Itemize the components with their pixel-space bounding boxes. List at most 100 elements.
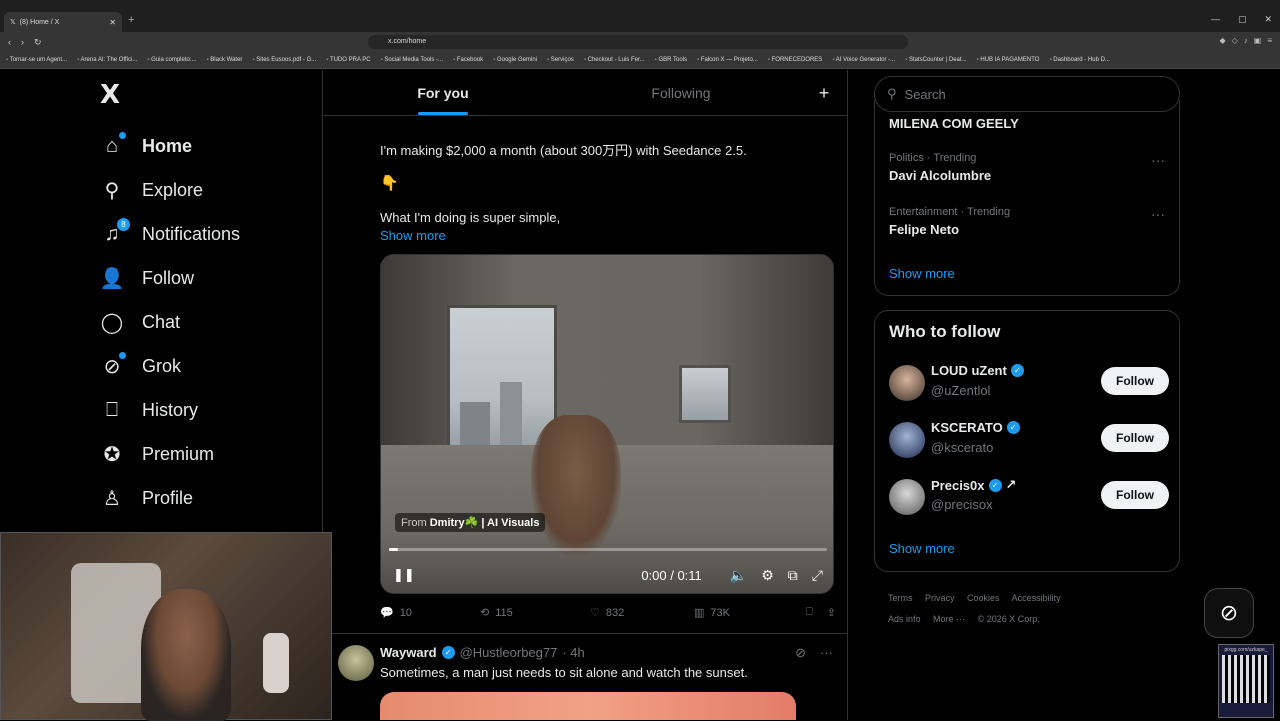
share-icon[interactable]: ⇪ (827, 606, 836, 619)
bookmark-item[interactable]: Social Media Tools -... (381, 57, 443, 63)
show-more-link[interactable]: Show more (889, 541, 955, 556)
x-logo-icon[interactable]: X (100, 80, 120, 110)
video-progress-bar[interactable] (389, 548, 827, 551)
browser-tab[interactable]: 𝕏 (8) Home / X ✕ (4, 12, 122, 32)
back-icon[interactable]: ‹ (8, 37, 11, 48)
grok-icon[interactable]: ⊘ (795, 645, 806, 661)
follow-button[interactable]: Follow (1101, 367, 1169, 395)
trend-item[interactable]: Politics · Trending Davi Alcolumbre (889, 152, 991, 183)
footer-link[interactable]: More ··· (933, 614, 965, 624)
follow-suggestion[interactable]: LOUD uZent ✓ @uZentlol Follow (889, 363, 1169, 403)
extension-icon[interactable]: ♪ (1244, 36, 1248, 45)
bookmark-item[interactable]: GBR Tools (655, 57, 687, 63)
show-more-link[interactable]: Show more (380, 228, 446, 243)
bookmark-item[interactable]: Arena AI: The Offici... (77, 57, 138, 63)
bookmark-item[interactable]: Tornar-se um Agent... (6, 57, 67, 63)
new-tab-icon[interactable]: + (128, 14, 134, 26)
nav-grok[interactable]: ⊘ Grok (100, 344, 240, 388)
qr-code (1222, 655, 1270, 703)
bookmark-item[interactable]: Falcon X — Projeto... (697, 57, 758, 63)
bookmark-item[interactable]: Sites Eusoos.pdf - G... (252, 57, 316, 63)
minimize-icon[interactable]: — (1211, 14, 1220, 25)
follow-button[interactable]: Follow (1101, 424, 1169, 452)
bookmark-item[interactable]: FORNECEDORES (768, 57, 823, 63)
video-controls: ❚❚ 0:00 / 0:11 🔈 ⚙ ⧉ ⤢ (381, 555, 833, 593)
nav-home[interactable]: ⌂ Home (100, 124, 240, 168)
nav-explore[interactable]: ⚲ Explore (100, 168, 240, 212)
forward-icon[interactable]: › (21, 37, 24, 48)
bookmark-icon[interactable]: ⎕ (806, 606, 813, 619)
post-actions: 💬 10 ⟲ 115 ♡ 832 ▥ 73K ⎕ ⇪ (380, 606, 836, 619)
nav-follow[interactable]: 👤 Follow (100, 256, 240, 300)
more-icon[interactable]: ··· (820, 645, 833, 661)
tab-for-you[interactable]: For you (324, 70, 562, 115)
who-to-follow-panel: Who to follow LOUD uZent ✓ @uZentlol Foll… (874, 310, 1180, 572)
url-field[interactable]: x.com/home (368, 35, 908, 49)
reload-icon[interactable]: ↻ (34, 37, 42, 48)
author-name[interactable]: Wayward (380, 645, 437, 660)
search-input[interactable]: ⚲ Search (874, 76, 1180, 112)
footer-link[interactable]: Ads info (888, 614, 921, 624)
menu-icon[interactable]: ≡ (1267, 36, 1272, 45)
close-tab-icon[interactable]: ✕ (109, 18, 116, 27)
nav-notifications[interactable]: ♫ 8 Notifications (100, 212, 240, 256)
more-icon[interactable]: ··· (1151, 206, 1165, 222)
feed-tabs: For you Following + (324, 70, 847, 116)
settings-icon[interactable]: ⚙ (761, 567, 774, 584)
post-media[interactable] (380, 692, 796, 720)
bookmark-item[interactable]: Black Water (207, 57, 242, 63)
footer-link[interactable]: Terms (888, 593, 913, 603)
nav-chat[interactable]: ◯ Chat (100, 300, 240, 344)
extension-icon[interactable]: ◆ (1219, 36, 1225, 45)
video-player[interactable]: From Dmitry☘️ | AI Visuals ❚❚ 0:00 / 0:1… (380, 254, 834, 594)
bookmark-item[interactable]: Guia completo:... (147, 57, 196, 63)
bookmark-item[interactable]: Serviços (547, 57, 574, 63)
repost-button[interactable]: ⟲ 115 (480, 606, 590, 620)
follow-suggestion[interactable]: KSCERATO ✓ @kscerato Follow (889, 420, 1169, 460)
avatar[interactable] (889, 479, 925, 515)
nav-premium[interactable]: ✪ Premium (100, 432, 240, 476)
nav-history[interactable]: ⎕ History (100, 388, 240, 432)
extension-icon[interactable]: ▣ (1254, 36, 1262, 45)
grok-floating-button[interactable]: ⊘ (1204, 588, 1254, 638)
bookmark-item[interactable]: Dashboard - Hub D... (1049, 57, 1110, 63)
bookmark-item[interactable]: HUB IA PAGAMENTO (977, 57, 1039, 63)
trend-item[interactable]: Entertainment · Trending Felipe Neto (889, 206, 1010, 237)
search-icon: ⚲ (104, 179, 120, 202)
show-more-link[interactable]: Show more (889, 266, 955, 281)
avatar[interactable] (889, 365, 925, 401)
pause-icon[interactable]: ❚❚ (393, 567, 415, 583)
bookmark-item[interactable]: Facebook (453, 57, 483, 63)
bookmark-item[interactable]: TUDO PRA PC (326, 57, 371, 63)
volume-icon[interactable]: 🔈 (730, 567, 747, 584)
bookmark-item[interactable]: Google Gemini (493, 57, 537, 63)
trend-item[interactable]: MILENA COM GEELY (889, 116, 1019, 131)
tab-following[interactable]: Following (562, 70, 800, 115)
footer-link[interactable]: Privacy (925, 593, 955, 603)
heart-icon: ♡ (590, 607, 600, 619)
more-icon[interactable]: ··· (1151, 152, 1165, 168)
bookmark-item[interactable]: AI Voice Generator -... (832, 57, 895, 63)
add-tab-icon[interactable]: + (800, 70, 847, 115)
home-feed: For you Following + I'm making $2,000 a … (324, 70, 848, 720)
fullscreen-icon[interactable]: ⤢ (812, 567, 823, 584)
follow-suggestion[interactable]: Precis0x ✓ ↗ @precisox Follow (889, 477, 1169, 517)
extension-icon[interactable]: ◇ (1232, 36, 1238, 45)
footer-link[interactable]: Accessibility (1012, 593, 1061, 603)
follow-button[interactable]: Follow (1101, 481, 1169, 509)
author-handle[interactable]: @Hustleorbeg77 (460, 645, 558, 660)
video-attribution[interactable]: From Dmitry☘️ | AI Visuals (395, 513, 546, 532)
avatar[interactable] (889, 422, 925, 458)
views-button[interactable]: ▥ 73K (694, 606, 784, 620)
avatar[interactable] (338, 645, 374, 681)
like-button[interactable]: ♡ 832 (590, 606, 694, 620)
footer-link[interactable]: Cookies (967, 593, 1000, 603)
nav-profile[interactable]: ♙ Profile (100, 476, 240, 520)
bookmark-item[interactable]: StatsCounter | Deat... (905, 57, 967, 63)
post-text-line: I'm making $2,000 a month (about 300万円) … (380, 143, 747, 158)
bookmark-item[interactable]: Checkout - Luis Fer... (584, 57, 645, 63)
close-window-icon[interactable]: ✕ (1264, 14, 1272, 25)
maximize-icon[interactable]: ▢ (1238, 14, 1247, 25)
pip-icon[interactable]: ⧉ (788, 567, 798, 584)
reply-button[interactable]: 💬 10 (380, 606, 480, 620)
